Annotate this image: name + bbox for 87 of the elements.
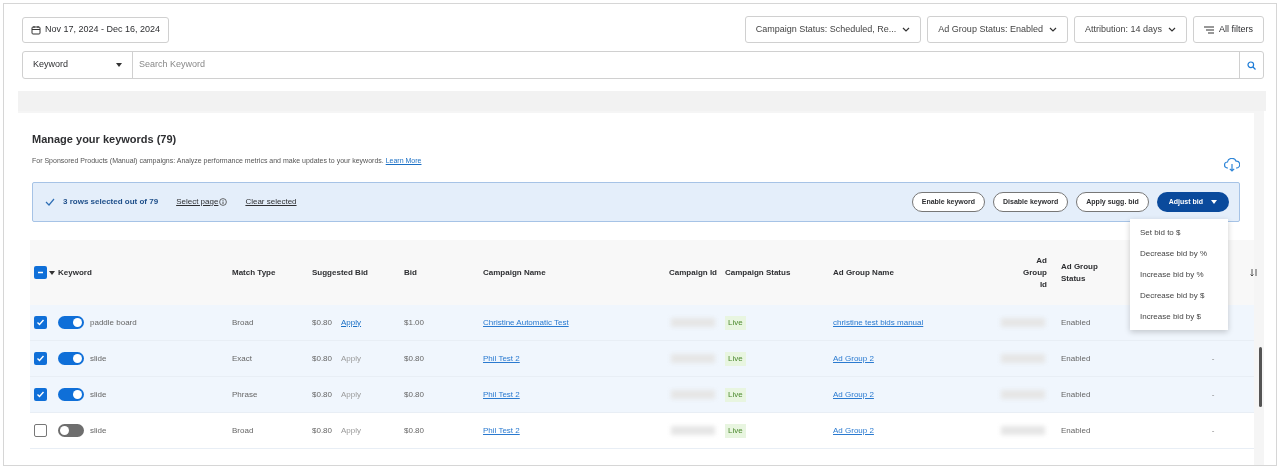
column-header[interactable]: Match Type [232, 266, 308, 279]
column-header[interactable]: Keyword [58, 266, 228, 279]
clear-selected-link[interactable]: Clear selected [245, 196, 297, 208]
campaign-link[interactable]: Phil Test 2 [483, 388, 520, 401]
caret-icon [1211, 200, 1217, 204]
menu-item[interactable]: Increase bid by $ [1130, 306, 1228, 327]
chevron-down-icon [1048, 27, 1057, 32]
status-badge: Live [725, 351, 746, 366]
table-cell-text: Enabled [1060, 424, 1092, 437]
toggle-switch[interactable] [58, 424, 84, 437]
campaign-link[interactable]: Phil Test 2 [483, 352, 520, 365]
checkmark-icon [36, 354, 45, 363]
checkmark-icon [36, 390, 45, 399]
search-category-select[interactable]: Keyword [23, 52, 133, 78]
table-cell: - [1211, 424, 1215, 437]
section-title: Manage your keywords (79) [32, 132, 178, 147]
menu-item[interactable]: Increase bid by % [1130, 264, 1228, 285]
campaign-link[interactable]: Phil Test 2 [483, 424, 520, 437]
all-filters-button[interactable]: All filters [1193, 16, 1264, 43]
status-badge: Live [725, 387, 746, 402]
info-icon [219, 198, 228, 206]
campaign-link[interactable]: Christine Automatic Test [483, 316, 569, 329]
ad-group-link[interactable]: Ad Group 2 [833, 388, 874, 401]
table-cell-text: $0.80 [404, 352, 426, 365]
search-field[interactable]: Keyword Search Keyword [22, 51, 1264, 79]
table-cell-text: Exact [232, 352, 253, 365]
column-header[interactable]: Ad Group Name [833, 266, 986, 279]
ad-group-link[interactable]: Ad Group 2 [833, 352, 874, 365]
table-cell-text: Enabled [1060, 352, 1092, 365]
table-cell-text: Enabled [1060, 388, 1092, 401]
toggle-switch[interactable] [58, 352, 84, 365]
column-header[interactable]: Campaign Status [725, 266, 829, 279]
checkbox[interactable] [34, 424, 47, 437]
menu-item[interactable]: Decrease bid by $ [1130, 285, 1228, 306]
menu-item[interactable]: Set bid to $ [1130, 222, 1228, 243]
table-cell: - [1211, 352, 1215, 365]
column-header[interactable]: Campaign Id [650, 266, 717, 279]
ad-group-link[interactable]: christine test bids manual [833, 316, 924, 329]
table-cell-text: Broad [232, 316, 255, 329]
caret-icon [116, 63, 122, 67]
table-cell: $0.80 [312, 316, 333, 329]
filter-dropdown[interactable]: Campaign Status: Scheduled, Re... [744, 16, 922, 43]
ad-group-link[interactable]: Ad Group 2 [833, 424, 874, 437]
calendar-icon [31, 24, 41, 35]
checkmark-icon [36, 318, 45, 327]
table-cell-text: $0.80 [404, 424, 426, 437]
checkbox[interactable] [34, 352, 47, 365]
column-header[interactable]: Ad Group Id [1017, 254, 1047, 291]
table-cell-text: Broad [232, 424, 255, 437]
search-icon [1247, 60, 1256, 70]
scrollbar-thumb[interactable] [1259, 347, 1262, 407]
caret-icon [49, 270, 55, 275]
date-range-button[interactable]: Nov 17, 2024 - Dec 16, 2024 [22, 16, 170, 43]
column-header[interactable]: Bid [404, 266, 479, 279]
checkbox[interactable] [34, 388, 47, 401]
table-cell: slide [90, 352, 107, 365]
chevron-down-icon [902, 27, 911, 32]
table-cell: $0.80 [312, 352, 333, 365]
checkmark-icon [45, 198, 55, 206]
table-cell-text: $1.00 [404, 316, 426, 329]
sort-icon[interactable] [1250, 268, 1258, 277]
column-header[interactable]: Ad Group Status [1061, 260, 1101, 285]
table-cell-text: Phrase [232, 388, 259, 401]
cloud-download-icon[interactable] [1224, 158, 1240, 172]
table-cell: paddle board [90, 316, 137, 329]
chevron-down-icon [1168, 27, 1176, 32]
column-header[interactable]: Suggested Bid [312, 266, 400, 279]
table-cell: - [1211, 388, 1215, 401]
checkbox[interactable] [34, 316, 47, 329]
checkbox[interactable] [34, 266, 47, 279]
apply-link[interactable]: Apply [341, 316, 362, 329]
column-header[interactable]: Campaign Name [483, 266, 646, 279]
table-cell: slide [90, 424, 107, 437]
table-cell: $0.80 [312, 424, 333, 437]
filter-icon [1204, 25, 1214, 34]
status-badge: Live [725, 423, 746, 438]
table-cell: slide [90, 388, 107, 401]
menu-item[interactable]: Decrease bid by % [1130, 243, 1228, 264]
filter-dropdown[interactable]: Ad Group Status: Enabled [927, 16, 1068, 43]
select-page-link[interactable]: Select page [176, 196, 228, 208]
status-badge: Live [725, 315, 746, 330]
table-cell-text: $0.80 [404, 388, 426, 401]
toggle-switch[interactable] [58, 388, 84, 401]
selection-summary: 3 rows selected out of 79 [63, 196, 159, 208]
table-cell: $0.80 [312, 388, 333, 401]
toggle-switch[interactable] [58, 316, 84, 329]
filter-dropdown[interactable]: Attribution: 14 days [1073, 16, 1187, 43]
